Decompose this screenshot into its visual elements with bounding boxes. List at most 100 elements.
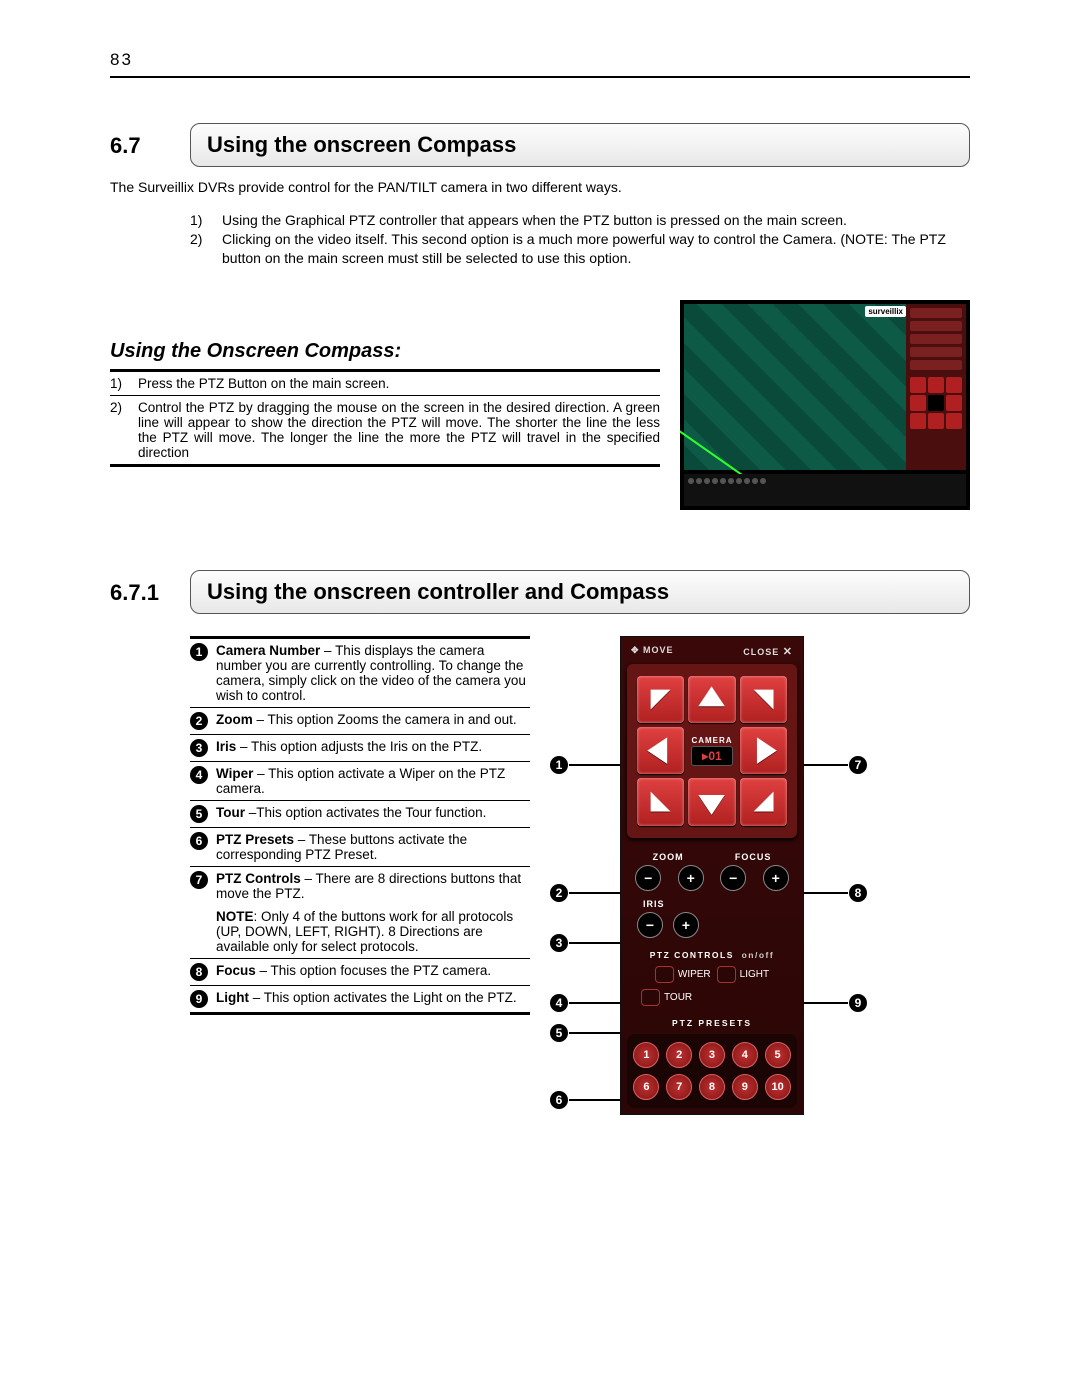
preset-button[interactable]: 9 (732, 1074, 758, 1100)
preset-button[interactable]: 8 (699, 1074, 725, 1100)
legend-num: 7 (190, 871, 208, 889)
intro-text: The Surveillix DVRs provide control for … (110, 179, 970, 195)
ptz-down-left-button[interactable] (637, 778, 684, 825)
callout-line (569, 942, 627, 944)
ptz-down-right-button[interactable] (740, 778, 787, 825)
callout-num: 9 (849, 994, 867, 1012)
mini-dpad[interactable] (910, 377, 962, 429)
legend-text: Iris – This option adjusts the Iris on t… (216, 739, 482, 754)
preset-button[interactable]: 10 (765, 1074, 791, 1100)
legend-text: Camera Number – This displays the camera… (216, 643, 530, 703)
zoom-out-button[interactable]: − (635, 865, 661, 891)
callout-num: 6 (550, 1091, 568, 1109)
callout-num: 7 (849, 756, 867, 774)
wiper-toggle[interactable]: WIPER (655, 966, 711, 983)
section-title: Using the onscreen Compass (190, 123, 970, 167)
section-number: 6.7.1 (110, 570, 190, 614)
focus-in-button[interactable]: + (763, 865, 789, 891)
callout-line (569, 892, 627, 894)
list-item: Using the Graphical PTZ controller that … (222, 211, 847, 230)
side-panel (906, 304, 966, 470)
move-handle[interactable]: ✥ MOVE (631, 645, 674, 658)
section-title: Using the onscreen controller and Compas… (190, 570, 970, 614)
iris-close-button[interactable]: − (637, 912, 663, 938)
legend-num: 4 (190, 766, 208, 784)
camera-label: CAMERA (691, 736, 732, 745)
callout-num: 8 (849, 884, 867, 902)
tour-toggle[interactable]: TOUR (641, 989, 692, 1006)
light-toggle[interactable]: LIGHT (717, 966, 769, 983)
preset-button[interactable]: 1 (633, 1042, 659, 1068)
ptz-down-button[interactable] (688, 778, 735, 825)
checkbox-icon (641, 989, 660, 1006)
list-item: Clicking on the video itself. This secon… (222, 230, 950, 268)
callout-num: 2 (550, 884, 568, 902)
side-button[interactable] (910, 308, 962, 318)
legend-text: PTZ Controls – There are 8 directions bu… (216, 871, 530, 901)
close-button[interactable]: CLOSE ✕ (743, 645, 793, 658)
legend-num: 6 (190, 832, 208, 850)
legend-num: 3 (190, 739, 208, 757)
callout-num: 1 (550, 756, 568, 774)
preset-button[interactable]: 4 (732, 1042, 758, 1068)
legend-text: Zoom – This option Zooms the camera in a… (216, 712, 517, 727)
ptz-controller-panel: ✥ MOVE CLOSE ✕ CAMERA ▸01 (620, 636, 804, 1115)
surveillix-logo: surveillix (865, 306, 906, 317)
focus-out-button[interactable]: − (720, 865, 746, 891)
callout-num: 4 (550, 994, 568, 1012)
preset-button[interactable]: 7 (666, 1074, 692, 1100)
step-num: 2) (110, 400, 138, 460)
checkbox-icon (655, 966, 674, 983)
presets-grid: 1 2 3 4 5 6 7 8 9 10 (627, 1034, 797, 1108)
ptz-up-button[interactable] (688, 676, 735, 723)
side-button[interactable] (910, 334, 962, 344)
legend-text: Tour –This option activates the Tour fun… (216, 805, 486, 820)
camera-display: CAMERA ▸01 (688, 727, 735, 774)
legend-num: 5 (190, 805, 208, 823)
presets-label: PTZ PRESETS (627, 1018, 797, 1028)
preset-button[interactable]: 5 (765, 1042, 791, 1068)
close-icon: ✕ (783, 646, 793, 658)
ptz-up-left-button[interactable] (637, 676, 684, 723)
checkbox-icon (717, 966, 736, 983)
preset-button[interactable]: 6 (633, 1074, 659, 1100)
callout-line (569, 1032, 627, 1034)
section-number: 6.7 (110, 123, 190, 167)
legend-num: 8 (190, 963, 208, 981)
steps-table: 1)Press the PTZ Button on the main scree… (110, 372, 660, 467)
ptz-left-button[interactable] (637, 727, 684, 774)
callout-num: 5 (550, 1024, 568, 1042)
side-button[interactable] (910, 347, 962, 357)
callout-line (569, 1099, 627, 1101)
compass-screenshot: surveillix (680, 300, 970, 510)
list-num: 1) (190, 211, 222, 230)
legend-num: 1 (190, 643, 208, 661)
callout-line (569, 1002, 627, 1004)
preset-button[interactable]: 2 (666, 1042, 692, 1068)
callout-num: 3 (550, 934, 568, 952)
camera-number: ▸01 (691, 746, 732, 766)
step-num: 1) (110, 376, 138, 391)
step-text: Press the PTZ Button on the main screen. (138, 376, 660, 391)
preset-button[interactable]: 3 (699, 1042, 725, 1068)
subsection-heading: Using the Onscreen Compass: (110, 340, 660, 372)
bottom-bar (684, 474, 966, 506)
zoom-label: ZOOM (653, 852, 684, 862)
legend-text: PTZ Presets – These buttons activate the… (216, 832, 530, 862)
ptz-up-right-button[interactable] (740, 676, 787, 723)
video-area[interactable] (684, 304, 910, 470)
ptz-right-button[interactable] (740, 727, 787, 774)
zoom-in-button[interactable]: + (678, 865, 704, 891)
side-button[interactable] (910, 360, 962, 370)
legend-num: 2 (190, 712, 208, 730)
step-text: Control the PTZ by dragging the mouse on… (138, 400, 660, 460)
side-button[interactable] (910, 321, 962, 331)
page-number: 83 (110, 50, 970, 78)
intro-list: 1)Using the Graphical PTZ controller tha… (110, 211, 970, 268)
legend-text: Focus – This option focuses the PTZ came… (216, 963, 491, 978)
legend-table: 1 Camera Number – This displays the camer… (190, 636, 530, 1015)
onoff-label: on/off (742, 950, 775, 960)
legend-text: Light – This option activates the Light … (216, 990, 517, 1005)
iris-open-button[interactable]: + (673, 912, 699, 938)
focus-label: FOCUS (735, 852, 772, 862)
